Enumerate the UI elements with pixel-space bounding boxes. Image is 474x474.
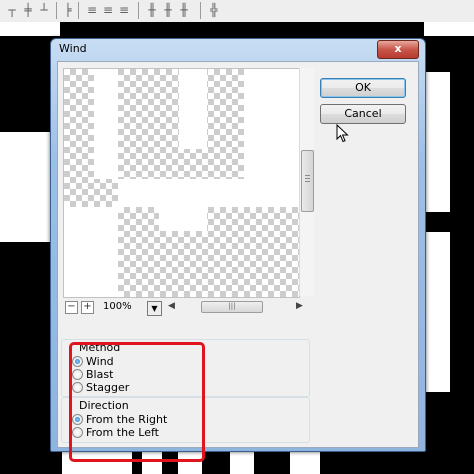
- preview-shape: [94, 69, 118, 179]
- highlight-annotation: [69, 342, 205, 462]
- preview-shape: [179, 69, 207, 149]
- scrollbar-thumb[interactable]: [301, 150, 314, 212]
- align-top-icon[interactable]: ┬: [6, 3, 18, 17]
- auto-align-icon[interactable]: ╬: [208, 3, 220, 17]
- zoom-dropdown-icon[interactable]: ▼: [147, 301, 162, 316]
- scroll-left-icon[interactable]: ◀: [168, 301, 175, 311]
- align-bottom-icon[interactable]: ┴: [38, 3, 50, 17]
- canvas-stripe: [0, 132, 50, 242]
- distribute-bottom-icon[interactable]: ≡: [118, 3, 130, 17]
- horizontal-scrollbar-thumb[interactable]: |||: [201, 301, 263, 313]
- zoom-in-icon[interactable]: +: [81, 301, 94, 314]
- scroll-right-icon[interactable]: ▶: [296, 301, 303, 311]
- preview-shape: [118, 179, 299, 207]
- preview-shape: [244, 69, 299, 179]
- distribute-top-icon[interactable]: ≡: [86, 3, 98, 17]
- close-button[interactable]: x: [377, 40, 419, 59]
- filter-preview[interactable]: [63, 68, 300, 298]
- cancel-button[interactable]: Cancel: [320, 104, 406, 124]
- canvas-stripe: [230, 450, 254, 474]
- align-left-icon[interactable]: ╞: [62, 3, 74, 17]
- zoom-level: 100%: [103, 301, 132, 312]
- canvas-stripe: [424, 232, 450, 392]
- toolbar-separator: [78, 2, 79, 19]
- toolbar-separator: [56, 2, 57, 19]
- toolbar-separator: [200, 2, 201, 19]
- toolbar-separator: [138, 2, 139, 19]
- canvas-stripe: [424, 22, 474, 36]
- close-icon: x: [394, 42, 402, 55]
- dialog-body: − + 100% ▼ ◀ ||| ▶ OK Cancel Method Wind…: [57, 61, 419, 462]
- distribute-middle-icon[interactable]: ≡: [102, 3, 114, 17]
- distribute-right-icon[interactable]: ╫: [178, 3, 190, 17]
- app-toolbar: ┬ ╪ ┴ ╞ ≡ ≡ ≡ ╫ ╫ ╫ ╬: [0, 0, 474, 23]
- zoom-controls: − + 100% ▼ ◀ ||| ▶: [63, 300, 313, 316]
- preview-vertical-scrollbar[interactable]: [299, 68, 314, 296]
- ok-button[interactable]: OK: [320, 78, 406, 98]
- preview-shape: [64, 207, 118, 297]
- canvas-stripe: [290, 450, 320, 474]
- wind-dialog: Wind x − + 100% ▼ ◀ ||| ▶ OK Cancel Meth…: [50, 38, 426, 462]
- canvas-stripe: [424, 72, 450, 212]
- mouse-cursor-icon: [336, 124, 349, 143]
- zoom-out-icon[interactable]: −: [65, 301, 78, 314]
- align-middle-icon[interactable]: ╪: [22, 3, 34, 17]
- distribute-left-icon[interactable]: ╫: [146, 3, 158, 17]
- canvas-stripe: [0, 22, 60, 36]
- preview-shape: [159, 207, 207, 231]
- distribute-center-icon[interactable]: ╫: [162, 3, 174, 17]
- dialog-title: Wind: [59, 42, 87, 55]
